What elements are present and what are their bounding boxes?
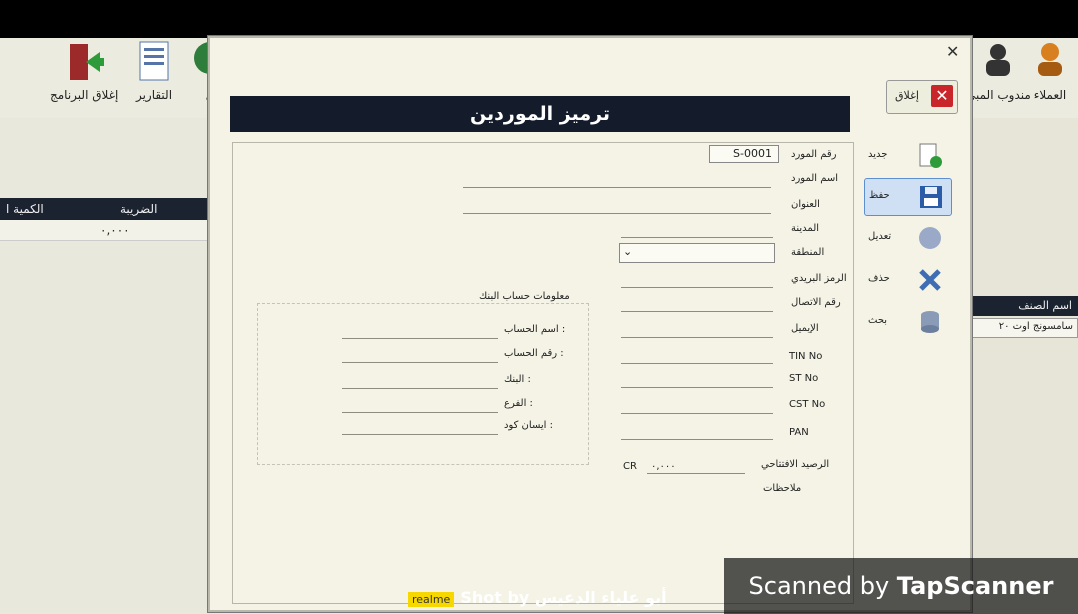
delete-x-icon — [916, 266, 944, 294]
account-no-field[interactable] — [342, 362, 498, 363]
customers-label: العملاء — [1033, 88, 1067, 102]
floppy-disk-icon — [917, 183, 945, 211]
screen-top-black-bar — [0, 0, 1078, 38]
cst-field[interactable] — [621, 413, 773, 414]
region-label: المنطقة — [791, 247, 825, 258]
tax-cell: ٠,٠٠٠ — [100, 223, 130, 237]
city-label: المدينة — [791, 223, 820, 234]
new-button[interactable]: جديد — [864, 138, 950, 174]
save-button-label: حفظ — [869, 190, 890, 201]
ifsc-code-label: ايسان كود : — [504, 420, 553, 431]
tin-field[interactable] — [621, 363, 773, 364]
region-dropdown[interactable]: ⌄ — [619, 243, 775, 263]
grid-header: الضريبة الكمية ا — [0, 198, 222, 220]
postal-code-label: الرمز البريدي — [791, 273, 847, 284]
supplier-name-field[interactable] — [463, 187, 771, 188]
bank-info-title: معلومات حساب البنك — [479, 291, 570, 302]
quantity-column-header: الكمية ا — [6, 202, 44, 216]
sales-rep-button[interactable]: مندوب المبي — [966, 40, 1031, 102]
dialog-close-icon[interactable]: ✕ — [946, 42, 959, 61]
st-label: ST No — [789, 373, 819, 384]
save-button[interactable]: حفظ — [864, 178, 952, 216]
dialog-title: ترميز الموردين — [230, 96, 850, 132]
address-label: العنوان — [791, 199, 820, 210]
reports-button[interactable]: التقارير — [134, 40, 174, 102]
background-right-panel: اسم الصنف سامسونج اوت ٢٠ — [962, 118, 1078, 558]
search-database-icon — [916, 308, 944, 336]
camera-watermark: realme Shot by أبو علياء الدعيس — [408, 588, 667, 607]
account-no-label: رقم الحساب : — [504, 348, 564, 359]
ifsc-code-field[interactable] — [342, 434, 498, 435]
watermark-brand: realme — [408, 592, 455, 607]
new-button-label: جديد — [868, 149, 888, 160]
branch-label: الفرع : — [504, 398, 533, 409]
exit-door-icon — [64, 40, 105, 84]
postal-code-field[interactable] — [621, 287, 773, 288]
report-document-icon — [134, 40, 174, 84]
notes-label: ملاحظات — [763, 483, 802, 494]
edit-button[interactable]: تعديل — [864, 220, 950, 256]
supplier-no-label: رقم المورد — [791, 149, 837, 160]
new-document-icon — [916, 142, 944, 170]
pan-label: PAN — [789, 427, 809, 438]
pan-field[interactable] — [621, 439, 773, 440]
exit-program-button[interactable]: إغلاق البرنامج — [50, 40, 118, 102]
search-button[interactable]: بحث — [864, 304, 950, 340]
dialog-exit-label: إغلاق — [895, 89, 919, 102]
item-name-cell-text: سامسونج اوت ٢٠ — [998, 321, 1073, 332]
supplier-no-value: S-0001 — [733, 147, 772, 160]
close-icon: ✕ — [931, 85, 953, 107]
scanned-prefix: Scanned by — [748, 572, 897, 600]
table-row[interactable]: ٠,٠٠٠ — [0, 220, 222, 241]
supplier-form: رقم المورد S-0001 اسم المورد العنوان الم… — [232, 142, 854, 604]
edit-button-label: تعديل — [868, 231, 892, 242]
phone-field[interactable] — [621, 311, 773, 312]
phone-label: رقم الاتصال — [791, 297, 841, 308]
opening-balance-value: ٠,٠٠٠ — [651, 461, 676, 472]
address-field[interactable] — [463, 213, 771, 214]
tin-label: TIN No — [789, 351, 823, 362]
supplier-coding-dialog: ✕ ترميز الموردين إغلاق ✕ جديد حفظ تعديل … — [208, 36, 972, 612]
opening-balance-label: الرصيد الافتتاحي — [761, 459, 830, 470]
supplier-name-label: اسم المورد — [791, 173, 839, 184]
watermark-text: Shot by أبو علياء الدعيس — [460, 588, 667, 607]
city-field[interactable] — [621, 237, 773, 238]
scanner-brand: TapScanner — [896, 572, 1054, 600]
delete-button[interactable]: حذف — [864, 262, 950, 298]
dialog-exit-button[interactable]: إغلاق ✕ — [886, 80, 958, 114]
action-buttons-panel: جديد حفظ تعديل حذف بحث — [860, 134, 956, 344]
chevron-down-icon: ⌄ — [623, 245, 633, 258]
reports-label: التقارير — [135, 88, 173, 102]
scanner-badge: Scanned by TapScanner — [724, 558, 1078, 614]
search-button-label: بحث — [868, 315, 888, 326]
supplier-no-field[interactable]: S-0001 — [709, 145, 779, 163]
branch-field[interactable] — [342, 412, 498, 413]
delete-button-label: حذف — [868, 273, 890, 284]
bank-info-section: اسم الحساب : رقم الحساب : البنك : الفرع … — [257, 303, 589, 465]
item-name-column-header: اسم الصنف — [962, 296, 1078, 316]
sales-rep-label: مندوب المبي — [966, 88, 1031, 102]
customers-button[interactable]: العملاء — [1030, 40, 1070, 102]
cst-label: CST No — [789, 399, 826, 410]
edit-circle-icon — [916, 224, 944, 252]
background-items-grid: الضريبة الكمية ا ٠,٠٠٠ — [0, 198, 222, 242]
item-name-cell[interactable]: سامسونج اوت ٢٠ — [966, 318, 1078, 338]
exit-program-label: إغلاق البرنامج — [50, 88, 119, 102]
email-field[interactable] — [621, 337, 773, 338]
bank-name-label: البنك : — [504, 374, 531, 385]
tax-column-header: الضريبة — [120, 202, 158, 216]
customers-icon — [1030, 40, 1070, 84]
account-name-field[interactable] — [342, 338, 498, 339]
email-label: الإيميل — [791, 323, 819, 334]
opening-balance-field[interactable] — [647, 473, 745, 474]
account-name-label: اسم الحساب : — [504, 324, 566, 335]
people-icon — [978, 40, 1018, 84]
cr-label: CR — [623, 461, 637, 472]
item-name-header-text: اسم الصنف — [1018, 299, 1072, 312]
st-field[interactable] — [621, 387, 773, 388]
bank-name-field[interactable] — [342, 388, 498, 389]
